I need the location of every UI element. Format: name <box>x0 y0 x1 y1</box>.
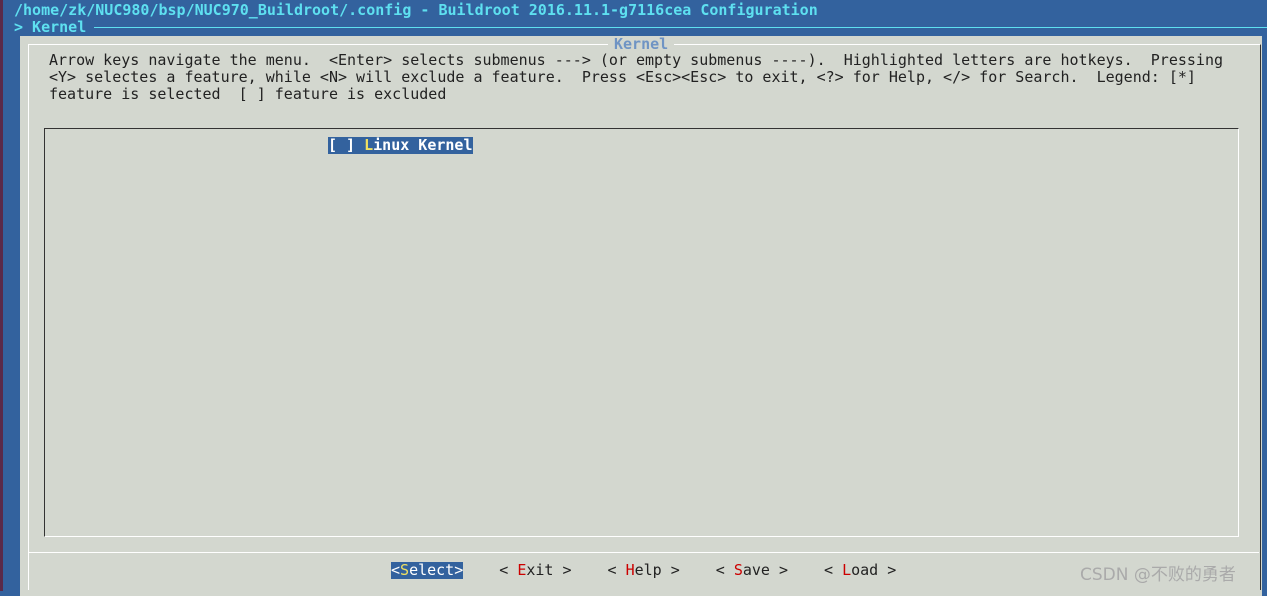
select-button[interactable]: <Select> <box>391 562 464 579</box>
watermark: CSDN @不败的勇者 <box>1080 565 1236 585</box>
button-separator <box>28 552 1259 553</box>
help-line: <Y> selectes a feature, while <N> will e… <box>49 68 1196 86</box>
load-button[interactable]: < Load > <box>824 562 896 579</box>
checkbox[interactable]: [ ] <box>328 136 355 154</box>
window-edge <box>0 0 3 591</box>
menu-list <box>44 128 1239 537</box>
exit-button[interactable]: < Exit > <box>499 562 571 579</box>
help-text: Arrow keys navigate the menu. <Enter> se… <box>49 52 1223 103</box>
breadcrumb: > Kernel <box>14 18 87 36</box>
breadcrumb-divider <box>94 27 1267 28</box>
help-button[interactable]: < Help > <box>608 562 680 579</box>
config-title: /home/zk/NUC980/bsp/NUC970_Buildroot/.co… <box>14 1 818 19</box>
menu-item-linux-kernel[interactable]: [ ] Linux Kernel <box>328 137 473 154</box>
button-bar: <Select> < Exit > < Help > < Save > < Load > <box>391 562 932 579</box>
help-line: feature is selected [ ] feature is exclu… <box>49 85 447 103</box>
menu-item-label: inux Kernel <box>373 136 473 154</box>
help-line: Arrow keys navigate the menu. <Enter> se… <box>49 51 1223 69</box>
hotkey: L <box>364 136 374 154</box>
save-button[interactable]: < Save > <box>716 562 788 579</box>
